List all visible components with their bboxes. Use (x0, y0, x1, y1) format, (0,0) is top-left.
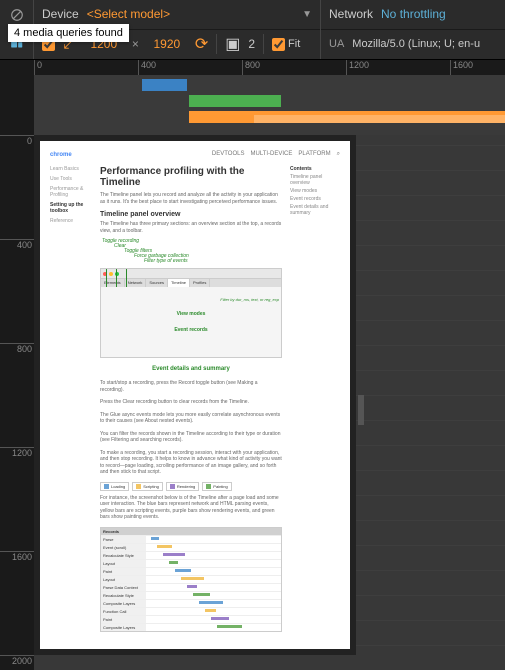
height-input[interactable] (147, 37, 187, 51)
toc-title: Contents (290, 166, 340, 172)
table-row: Event (scroll) (101, 543, 281, 551)
legend-item: Scripting (132, 482, 163, 491)
table-row: Layout (101, 575, 281, 583)
page-text: For instance, the screenshot below is of… (100, 495, 282, 521)
device-screen[interactable]: chrome DEVTOOLS MULTI-DEVICE PLATFORM ⌕ … (40, 141, 350, 649)
media-queries-tooltip: 4 media queries found (8, 24, 129, 42)
screen-count: 2 (248, 37, 255, 51)
resize-handle[interactable] (358, 395, 364, 425)
toc-item[interactable]: Event records (290, 196, 340, 202)
device-label: Device (42, 7, 79, 21)
ua-label: UA (329, 38, 344, 50)
chevron-down-icon[interactable]: ▼ (302, 9, 312, 20)
ruler-tick: 1600 (450, 60, 473, 75)
page-body: Learn Basics Use Tools Performance & Pro… (50, 166, 340, 632)
table-row: Paint (101, 567, 281, 575)
sidebar-item[interactable]: Use Tools (50, 176, 92, 182)
legend: Loading Scripting Rendering Painting (100, 482, 282, 491)
network-select[interactable]: No throttling (381, 7, 446, 21)
media-query-bars (34, 75, 505, 135)
page-bullet: Press the Clear recording button to clea… (100, 399, 282, 406)
page-header: chrome DEVTOOLS MULTI-DEVICE PLATFORM ⌕ (50, 151, 340, 158)
page-toc: Contents Timeline panel overview View mo… (290, 166, 340, 632)
table-row: Composite Layers (101, 623, 281, 631)
ua-value[interactable]: Mozilla/5.0 (Linux; U; en-u (352, 38, 480, 50)
page-nav: DEVTOOLS MULTI-DEVICE PLATFORM ⌕ (212, 151, 340, 158)
sidebar-item[interactable]: Reference (50, 218, 92, 224)
legend-item: Painting (202, 482, 231, 491)
timeline-screenshot: ElementsNetworkSourcesTimelineProfiles F… (100, 268, 282, 358)
annotation: View modes (177, 311, 206, 317)
nav-item[interactable]: MULTI-DEVICE (250, 151, 292, 158)
reset-icon[interactable]: ⟳ (195, 34, 208, 54)
timeline-table: Records ParseEvent (scroll)Recalculate S… (100, 527, 282, 632)
page-text: To make a recording, you start a recordi… (100, 450, 282, 476)
toc-item[interactable]: Event details and summary (290, 204, 340, 216)
device-select[interactable]: <Select model> (87, 7, 170, 21)
legend-item: Rendering (166, 482, 199, 491)
ruler-tick: 0 (34, 60, 42, 75)
nav-item[interactable]: DEVTOOLS (212, 151, 245, 158)
sidebar-item[interactable]: Setting up the toolbox (50, 202, 92, 214)
annotation: Filter type of events (144, 258, 188, 264)
ruler-vertical: 0 400 800 1200 1600 2000 (0, 60, 34, 670)
toc-item[interactable]: Timeline panel overview (290, 174, 340, 186)
sidebar-item[interactable]: Performance & Profiling (50, 186, 92, 198)
legend-item: Loading (100, 482, 129, 491)
page-bullet: You can filter the records shown in the … (100, 431, 282, 444)
toolbar-network: Network No throttling UA Mozilla/5.0 (Li… (320, 0, 505, 59)
toc-item[interactable]: View modes (290, 188, 340, 194)
dimension-x: × (132, 37, 139, 51)
table-row: Layout (101, 559, 281, 567)
page-bullet: To start/stop a recording, press the Rec… (100, 380, 282, 393)
table-row: Parse (101, 535, 281, 543)
fit-checkbox[interactable]: Fit (272, 38, 300, 51)
annotation: Event details and summary (100, 366, 282, 372)
table-row: Recalculate Style (101, 591, 281, 599)
network-label: Network (329, 7, 373, 21)
table-row: Parse Data Context (101, 583, 281, 591)
page-bullet: The Glue async events mode lets you more… (100, 412, 282, 425)
table-row: Composite Layers (101, 599, 281, 607)
viewport-area: 0 400 800 1200 1600 2000 0 400 800 1200 … (0, 60, 505, 670)
page-h2: Timeline panel overview (100, 211, 282, 218)
mq-bar-minwidth[interactable] (254, 115, 505, 123)
ruler-tick: 1200 (346, 60, 369, 75)
mq-bar-maxwidth[interactable] (142, 79, 187, 91)
table-header: Records (101, 528, 281, 535)
page-main: Performance profiling with the Timeline … (100, 166, 282, 632)
page-title: Performance profiling with the Timeline (100, 166, 282, 188)
ruler-horizontal: 0 400 800 1200 1600 (34, 60, 505, 75)
search-icon[interactable]: ⌕ (337, 151, 340, 158)
screen-icon[interactable]: ▣ (225, 34, 240, 54)
annotation: Event records (174, 327, 207, 333)
ruler-tick: 0 (0, 135, 34, 146)
ruler-tick: 800 (0, 343, 34, 354)
mq-bar-minmax[interactable] (189, 95, 281, 107)
ruler-tick: 400 (0, 239, 34, 250)
page-sidebar: Learn Basics Use Tools Performance & Pro… (50, 166, 92, 632)
annotation: Filter by dur_ms, text, or reg_exp (220, 297, 279, 302)
ruler-tick: 400 (138, 60, 156, 75)
device-frame: chrome DEVTOOLS MULTI-DEVICE PLATFORM ⌕ … (34, 135, 356, 655)
table-row: Paint (101, 615, 281, 623)
device-canvas: chrome DEVTOOLS MULTI-DEVICE PLATFORM ⌕ … (34, 135, 505, 670)
sidebar-item[interactable]: Learn Basics (50, 166, 92, 172)
ruler-tick: 1200 (0, 447, 34, 458)
ruler-tick: 2000 (0, 655, 34, 666)
table-row: Function Call (101, 607, 281, 615)
nav-item[interactable]: PLATFORM (298, 151, 330, 158)
ruler-tick: 1600 (0, 551, 34, 562)
page-text: The Timeline has three primary sections:… (100, 221, 282, 234)
page-intro: The Timeline panel lets you record and a… (100, 192, 282, 205)
table-row: Recalculate Style (101, 551, 281, 559)
ruler-tick: 800 (242, 60, 260, 75)
page-logo: chrome (50, 152, 72, 158)
